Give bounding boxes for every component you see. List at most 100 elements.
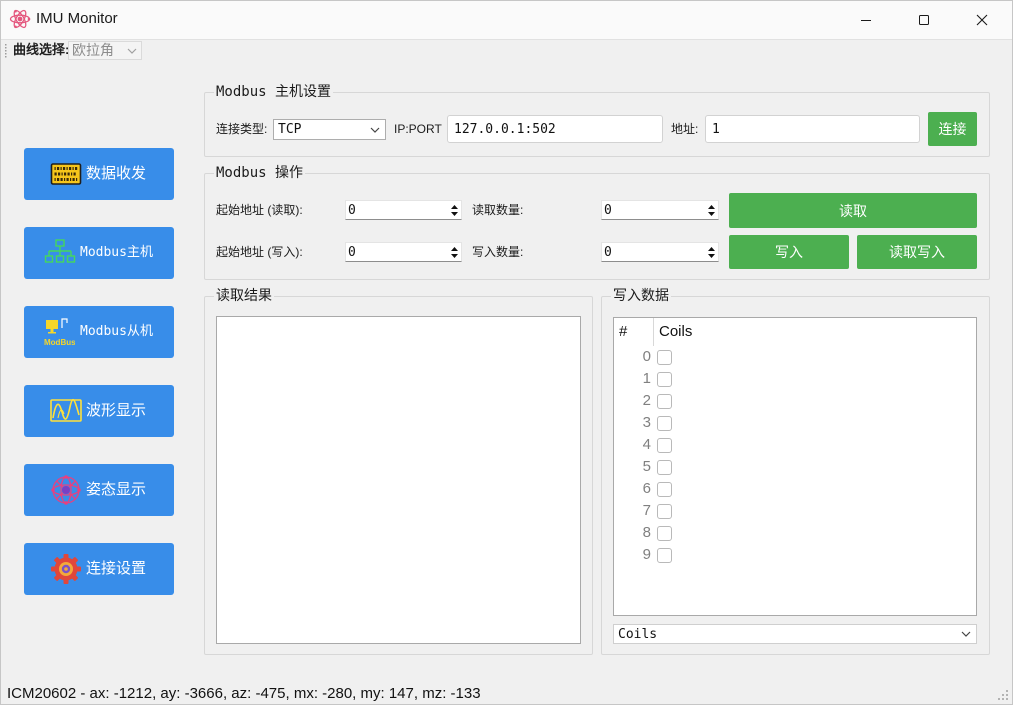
sidebar-button-modbus-master[interactable]: Modbus主机 bbox=[24, 227, 174, 279]
connection-type-label: 连接类型: bbox=[216, 122, 268, 136]
operations-title: Modbus 操作 bbox=[214, 164, 306, 182]
row-index: 4 bbox=[642, 436, 651, 453]
table-row: 3 bbox=[614, 412, 976, 434]
chevron-down-icon bbox=[961, 631, 971, 637]
size-grip-icon[interactable] bbox=[997, 689, 1009, 701]
table-row: 6 bbox=[614, 478, 976, 500]
table-row: 1 bbox=[614, 368, 976, 390]
coil-checkbox[interactable] bbox=[657, 504, 672, 519]
table-row: 8 bbox=[614, 522, 976, 544]
sidebar-button-modbus-slave[interactable]: ModBus Modbus从机 bbox=[24, 306, 174, 358]
table-row: 2 bbox=[614, 390, 976, 412]
write-data-group: 写入数据 # Coils 0 1 2 3 4 5 6 7 8 9 Coils bbox=[601, 287, 990, 655]
gear-icon bbox=[50, 553, 82, 585]
curve-select-label: 曲线选择: bbox=[13, 42, 70, 57]
spin-arrows-icon[interactable] bbox=[449, 202, 460, 219]
sidebar-button-data-transceive[interactable]: 数据收发 bbox=[24, 148, 174, 200]
read-result-textarea[interactable] bbox=[216, 316, 581, 644]
row-index: 7 bbox=[642, 502, 651, 519]
maximize-icon bbox=[918, 14, 930, 26]
sidebar-button-label: Modbus从机 bbox=[80, 324, 153, 339]
write-start-spinbox[interactable] bbox=[345, 242, 462, 262]
coil-checkbox[interactable] bbox=[657, 548, 672, 563]
read-start-spinbox[interactable] bbox=[345, 200, 462, 220]
coils-table: # Coils 0 1 2 3 4 5 6 7 8 9 bbox=[613, 317, 977, 616]
table-row: 9 bbox=[614, 544, 976, 566]
coil-checkbox[interactable] bbox=[657, 482, 672, 497]
read-count-spinbox[interactable] bbox=[601, 200, 719, 220]
sidebar-button-label: 波形显示 bbox=[86, 402, 147, 419]
read-button[interactable]: 读取 bbox=[729, 193, 977, 228]
row-index: 3 bbox=[642, 414, 651, 431]
table-row: 5 bbox=[614, 456, 976, 478]
coil-checkbox[interactable] bbox=[657, 526, 672, 541]
table-header-coils[interactable]: Coils bbox=[654, 318, 692, 346]
row-index: 5 bbox=[642, 458, 651, 475]
toolbar-grip-handle[interactable] bbox=[4, 43, 8, 58]
data-type-select[interactable]: Coils bbox=[613, 624, 977, 644]
row-index: 8 bbox=[642, 524, 651, 541]
sidebar-button-attitude[interactable]: 姿态显示 bbox=[24, 464, 174, 516]
sidebar-button-label: Modbus主机 bbox=[80, 245, 153, 260]
address-input[interactable] bbox=[705, 115, 920, 143]
curve-toolbar: 曲线选择: 欧拉角 bbox=[0, 39, 1013, 61]
table-row: 7 bbox=[614, 500, 976, 522]
coil-checkbox[interactable] bbox=[657, 350, 672, 365]
sensor-status-text: ICM20602 - ax: -1212, ay: -3666, az: -47… bbox=[7, 685, 481, 702]
write-count-label: 写入数量: bbox=[472, 245, 524, 259]
spin-arrows-icon[interactable] bbox=[706, 202, 717, 219]
write-count-spinbox[interactable] bbox=[601, 242, 719, 262]
row-index: 0 bbox=[642, 348, 651, 365]
sidebar-button-connection-settings[interactable]: 连接设置 bbox=[24, 543, 174, 595]
sidebar-button-waveform[interactable]: 波形显示 bbox=[24, 385, 174, 437]
write-start-input[interactable] bbox=[346, 243, 461, 261]
write-button[interactable]: 写入 bbox=[729, 235, 849, 269]
row-index: 1 bbox=[642, 370, 651, 387]
sidebar-button-label: 连接设置 bbox=[86, 560, 147, 577]
chevron-down-icon bbox=[127, 48, 137, 54]
waveform-icon bbox=[50, 395, 82, 427]
read-start-label: 起始地址 (读取): bbox=[216, 203, 303, 217]
coil-checkbox[interactable] bbox=[657, 416, 672, 431]
data-type-value: Coils bbox=[618, 627, 658, 642]
spin-arrows-icon[interactable] bbox=[706, 244, 717, 261]
table-row: 4 bbox=[614, 434, 976, 456]
coil-checkbox[interactable] bbox=[657, 438, 672, 453]
title-bar: IMU Monitor bbox=[0, 0, 1013, 39]
modbus-icon-caption: ModBus bbox=[44, 338, 75, 347]
read-result-group: 读取结果 bbox=[204, 287, 593, 655]
coil-checkbox[interactable] bbox=[657, 372, 672, 387]
minimize-button[interactable] bbox=[837, 0, 895, 39]
connection-type-select[interactable]: TCP bbox=[273, 119, 386, 140]
close-button[interactable] bbox=[953, 0, 1011, 39]
sidebar-button-label: 数据收发 bbox=[86, 165, 147, 182]
master-settings-title: Modbus 主机设置 bbox=[214, 83, 334, 101]
write-start-label: 起始地址 (写入): bbox=[216, 245, 303, 259]
read-write-button[interactable]: 读取写入 bbox=[857, 235, 977, 269]
connect-button[interactable]: 连接 bbox=[928, 112, 977, 146]
row-index: 2 bbox=[642, 392, 651, 409]
connection-type-value: TCP bbox=[278, 122, 302, 137]
write-count-input[interactable] bbox=[602, 243, 718, 261]
read-count-input[interactable] bbox=[602, 201, 718, 219]
network-tree-icon bbox=[44, 237, 76, 269]
read-start-input[interactable] bbox=[346, 201, 461, 219]
binary-board-icon bbox=[50, 158, 82, 190]
coil-checkbox[interactable] bbox=[657, 460, 672, 475]
window-title: IMU Monitor bbox=[36, 10, 118, 27]
row-index: 6 bbox=[642, 480, 651, 497]
maximize-button[interactable] bbox=[895, 0, 953, 39]
attitude-sphere-icon bbox=[50, 474, 82, 506]
table-row: 0 bbox=[614, 346, 976, 368]
table-header-index[interactable]: # bbox=[614, 318, 654, 346]
ip-port-input[interactable] bbox=[447, 115, 663, 143]
atom-app-icon bbox=[9, 8, 31, 30]
ip-port-label: IP:PORT bbox=[394, 122, 442, 136]
spin-arrows-icon[interactable] bbox=[449, 244, 460, 261]
curve-select-value: 欧拉角 bbox=[72, 42, 114, 58]
coil-checkbox[interactable] bbox=[657, 394, 672, 409]
curve-select[interactable]: 欧拉角 bbox=[68, 41, 142, 60]
sidebar-button-label: 姿态显示 bbox=[86, 481, 147, 498]
write-data-title: 写入数据 bbox=[611, 287, 671, 305]
master-settings-group: Modbus 主机设置 连接类型: TCP IP:PORT 地址: 连接 bbox=[204, 83, 990, 157]
